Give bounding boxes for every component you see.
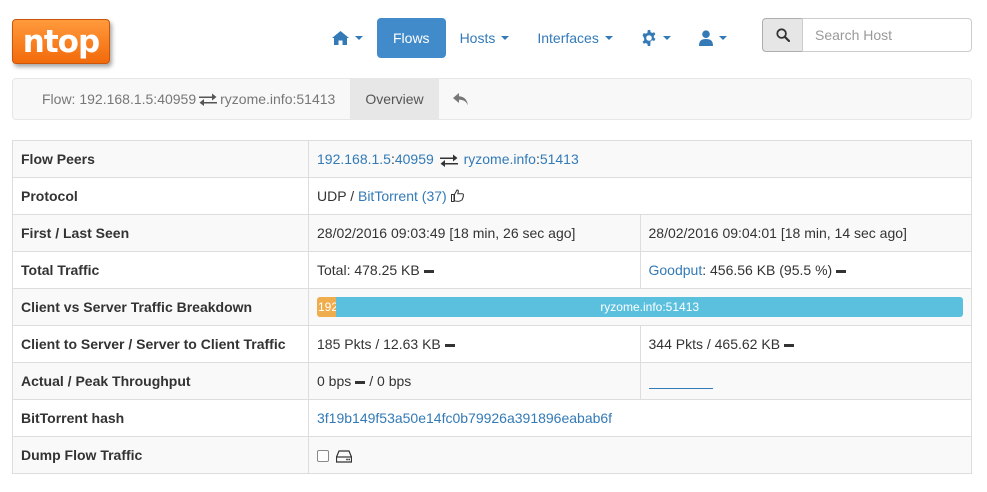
trend-stable-icon — [423, 269, 434, 273]
bittorrent-hash-link[interactable]: 3f19b149f53a50e14fc0b79926a391896eabab6f — [317, 410, 612, 426]
client-segment-label: 192 — [318, 300, 337, 314]
nav-flows[interactable]: Flows — [377, 18, 446, 58]
s2c-value: 344 Pkts / 465.62 KB — [639, 325, 972, 363]
gear-icon — [642, 30, 656, 46]
top-nav: Flows Hosts Interfaces — [318, 18, 741, 58]
first-seen-value: 28/02/2016 09:03:49 [18 min, 26 sec ago] — [308, 214, 641, 252]
table-row: First / Last Seen 28/02/2016 09:03:49 [1… — [12, 214, 972, 252]
goodput-value: Goodput: 456.56 KB (95.5 %) — [639, 251, 972, 289]
table-row: Client vs Server Traffic Breakdown 192 r… — [12, 288, 972, 326]
row-label: BitTorrent hash — [12, 399, 309, 437]
table-row: Client to Server / Server to Client Traf… — [12, 325, 972, 363]
server-traffic-segment: ryzome.info:51413 — [336, 297, 963, 317]
search-button[interactable] — [762, 18, 802, 52]
search-icon — [775, 28, 790, 42]
total-traffic-text: Total: 478.25 KB — [317, 262, 420, 278]
nav-user-dropdown[interactable] — [685, 18, 741, 58]
flow-peers-value: 192.168.1.5:40959 ryzome.info:51413 — [308, 140, 972, 178]
hdd-icon — [335, 450, 352, 463]
breadcrumb-server: ryzome.info:51413 — [220, 91, 336, 107]
table-row: Dump Flow Traffic — [12, 436, 972, 474]
server-port-link[interactable]: 51413 — [540, 151, 579, 167]
table-row: Actual / Peak Throughput 0 bps / 0 bps — [12, 362, 972, 400]
trend-stable-icon — [355, 380, 366, 384]
nav-interfaces-label: Interfaces — [537, 30, 599, 46]
breakdown-value: 192 ryzome.info:51413 — [308, 288, 972, 326]
nav-home-dropdown[interactable] — [318, 18, 377, 58]
row-label: Client vs Server Traffic Breakdown — [12, 288, 309, 326]
reply-icon — [452, 92, 468, 105]
throughput-chart-cell — [639, 362, 972, 400]
back-button[interactable] — [439, 79, 483, 119]
nav-interfaces-dropdown[interactable]: Interfaces — [523, 18, 626, 58]
hash-value: 3f19b149f53a50e14fc0b79926a391896eabab6f — [308, 399, 972, 437]
goodput-link[interactable]: Goodput — [649, 262, 703, 278]
client-host-link[interactable]: 192.168.1.5 — [317, 151, 391, 167]
flow-breadcrumb-bar: Flow: 192.168.1.5:40959 ryzome.info:5141… — [12, 78, 972, 120]
actual-throughput: 0 bps — [317, 373, 352, 389]
row-label: Actual / Peak Throughput — [12, 362, 309, 400]
exchange-icon — [199, 93, 218, 106]
home-icon — [332, 31, 349, 45]
search-input[interactable] — [802, 18, 972, 52]
ntop-logo[interactable]: ntop — [12, 19, 110, 64]
client-port-link[interactable]: 40959 — [395, 151, 434, 167]
dump-value — [308, 436, 972, 474]
protocol-value: UDP / BitTorrent (37) — [308, 177, 972, 215]
c2s-text: 185 Pkts / 12.63 KB — [317, 336, 441, 352]
peak-throughput: / 0 bps — [369, 373, 412, 389]
server-host-link[interactable]: ryzome.info — [464, 151, 536, 167]
throughput-value: 0 bps / 0 bps — [308, 362, 641, 400]
c2s-value: 185 Pkts / 12.63 KB — [308, 325, 641, 363]
chevron-down-icon — [501, 36, 510, 40]
user-icon — [698, 30, 713, 46]
breadcrumb-prefix: Flow: — [42, 91, 76, 107]
table-row: BitTorrent hash 3f19b149f53a50e14fc0b799… — [12, 399, 972, 437]
row-label: First / Last Seen — [12, 214, 309, 252]
client-traffic-segment: 192 — [317, 297, 337, 317]
trend-stable-icon — [784, 343, 795, 347]
chevron-down-icon — [662, 36, 671, 40]
tab-overview-label: Overview — [365, 91, 424, 107]
logo-text: ntop — [22, 23, 100, 60]
breadcrumb: Flow: 192.168.1.5:40959 ryzome.info:5141… — [13, 79, 350, 119]
traffic-breakdown-bar: 192 ryzome.info:51413 — [317, 297, 963, 317]
trend-stable-icon — [444, 343, 455, 347]
goodput-text: : 456.56 KB (95.5 %) — [702, 262, 833, 278]
tab-overview[interactable]: Overview — [350, 79, 439, 119]
l4-protocol: UDP — [317, 188, 347, 204]
chevron-down-icon — [718, 36, 727, 40]
breadcrumb-client: 192.168.1.5:40959 — [79, 91, 197, 107]
exchange-icon — [439, 154, 458, 167]
thumbs-up-icon — [450, 189, 464, 202]
dump-traffic-checkbox[interactable] — [317, 450, 329, 463]
row-label: Flow Peers — [12, 140, 309, 178]
last-seen-value: 28/02/2016 09:04:01 [18 min, 14 sec ago] — [639, 214, 972, 252]
row-label: Protocol — [12, 177, 309, 215]
row-label: Dump Flow Traffic — [12, 436, 309, 474]
nav-flows-label: Flows — [393, 30, 430, 46]
chevron-down-icon — [355, 36, 363, 40]
table-row: Flow Peers 192.168.1.5:40959 ryzome.info… — [12, 140, 972, 178]
s2c-text: 344 Pkts / 465.62 KB — [648, 336, 781, 352]
flow-details-table: Flow Peers 192.168.1.5:40959 ryzome.info… — [12, 140, 972, 474]
table-row: Protocol UDP / BitTorrent (37) — [12, 177, 972, 215]
table-row: Total Traffic Total: 478.25 KB Goodput: … — [12, 251, 972, 289]
row-label: Client to Server / Server to Client Traf… — [12, 325, 309, 363]
row-label: Total Traffic — [12, 251, 309, 289]
trend-stable-icon — [836, 269, 847, 273]
search-group — [762, 18, 972, 52]
chevron-down-icon — [604, 36, 613, 40]
protocol-separator: / — [350, 188, 355, 204]
server-segment-label: ryzome.info:51413 — [600, 300, 700, 314]
throughput-sparkline — [648, 375, 713, 390]
nav-settings-dropdown[interactable] — [627, 18, 685, 58]
nav-hosts-label: Hosts — [459, 30, 496, 46]
nav-hosts-dropdown[interactable]: Hosts — [446, 18, 524, 58]
total-traffic-value: Total: 478.25 KB — [308, 251, 641, 289]
app-protocol-link[interactable]: BitTorrent (37) — [358, 188, 447, 204]
